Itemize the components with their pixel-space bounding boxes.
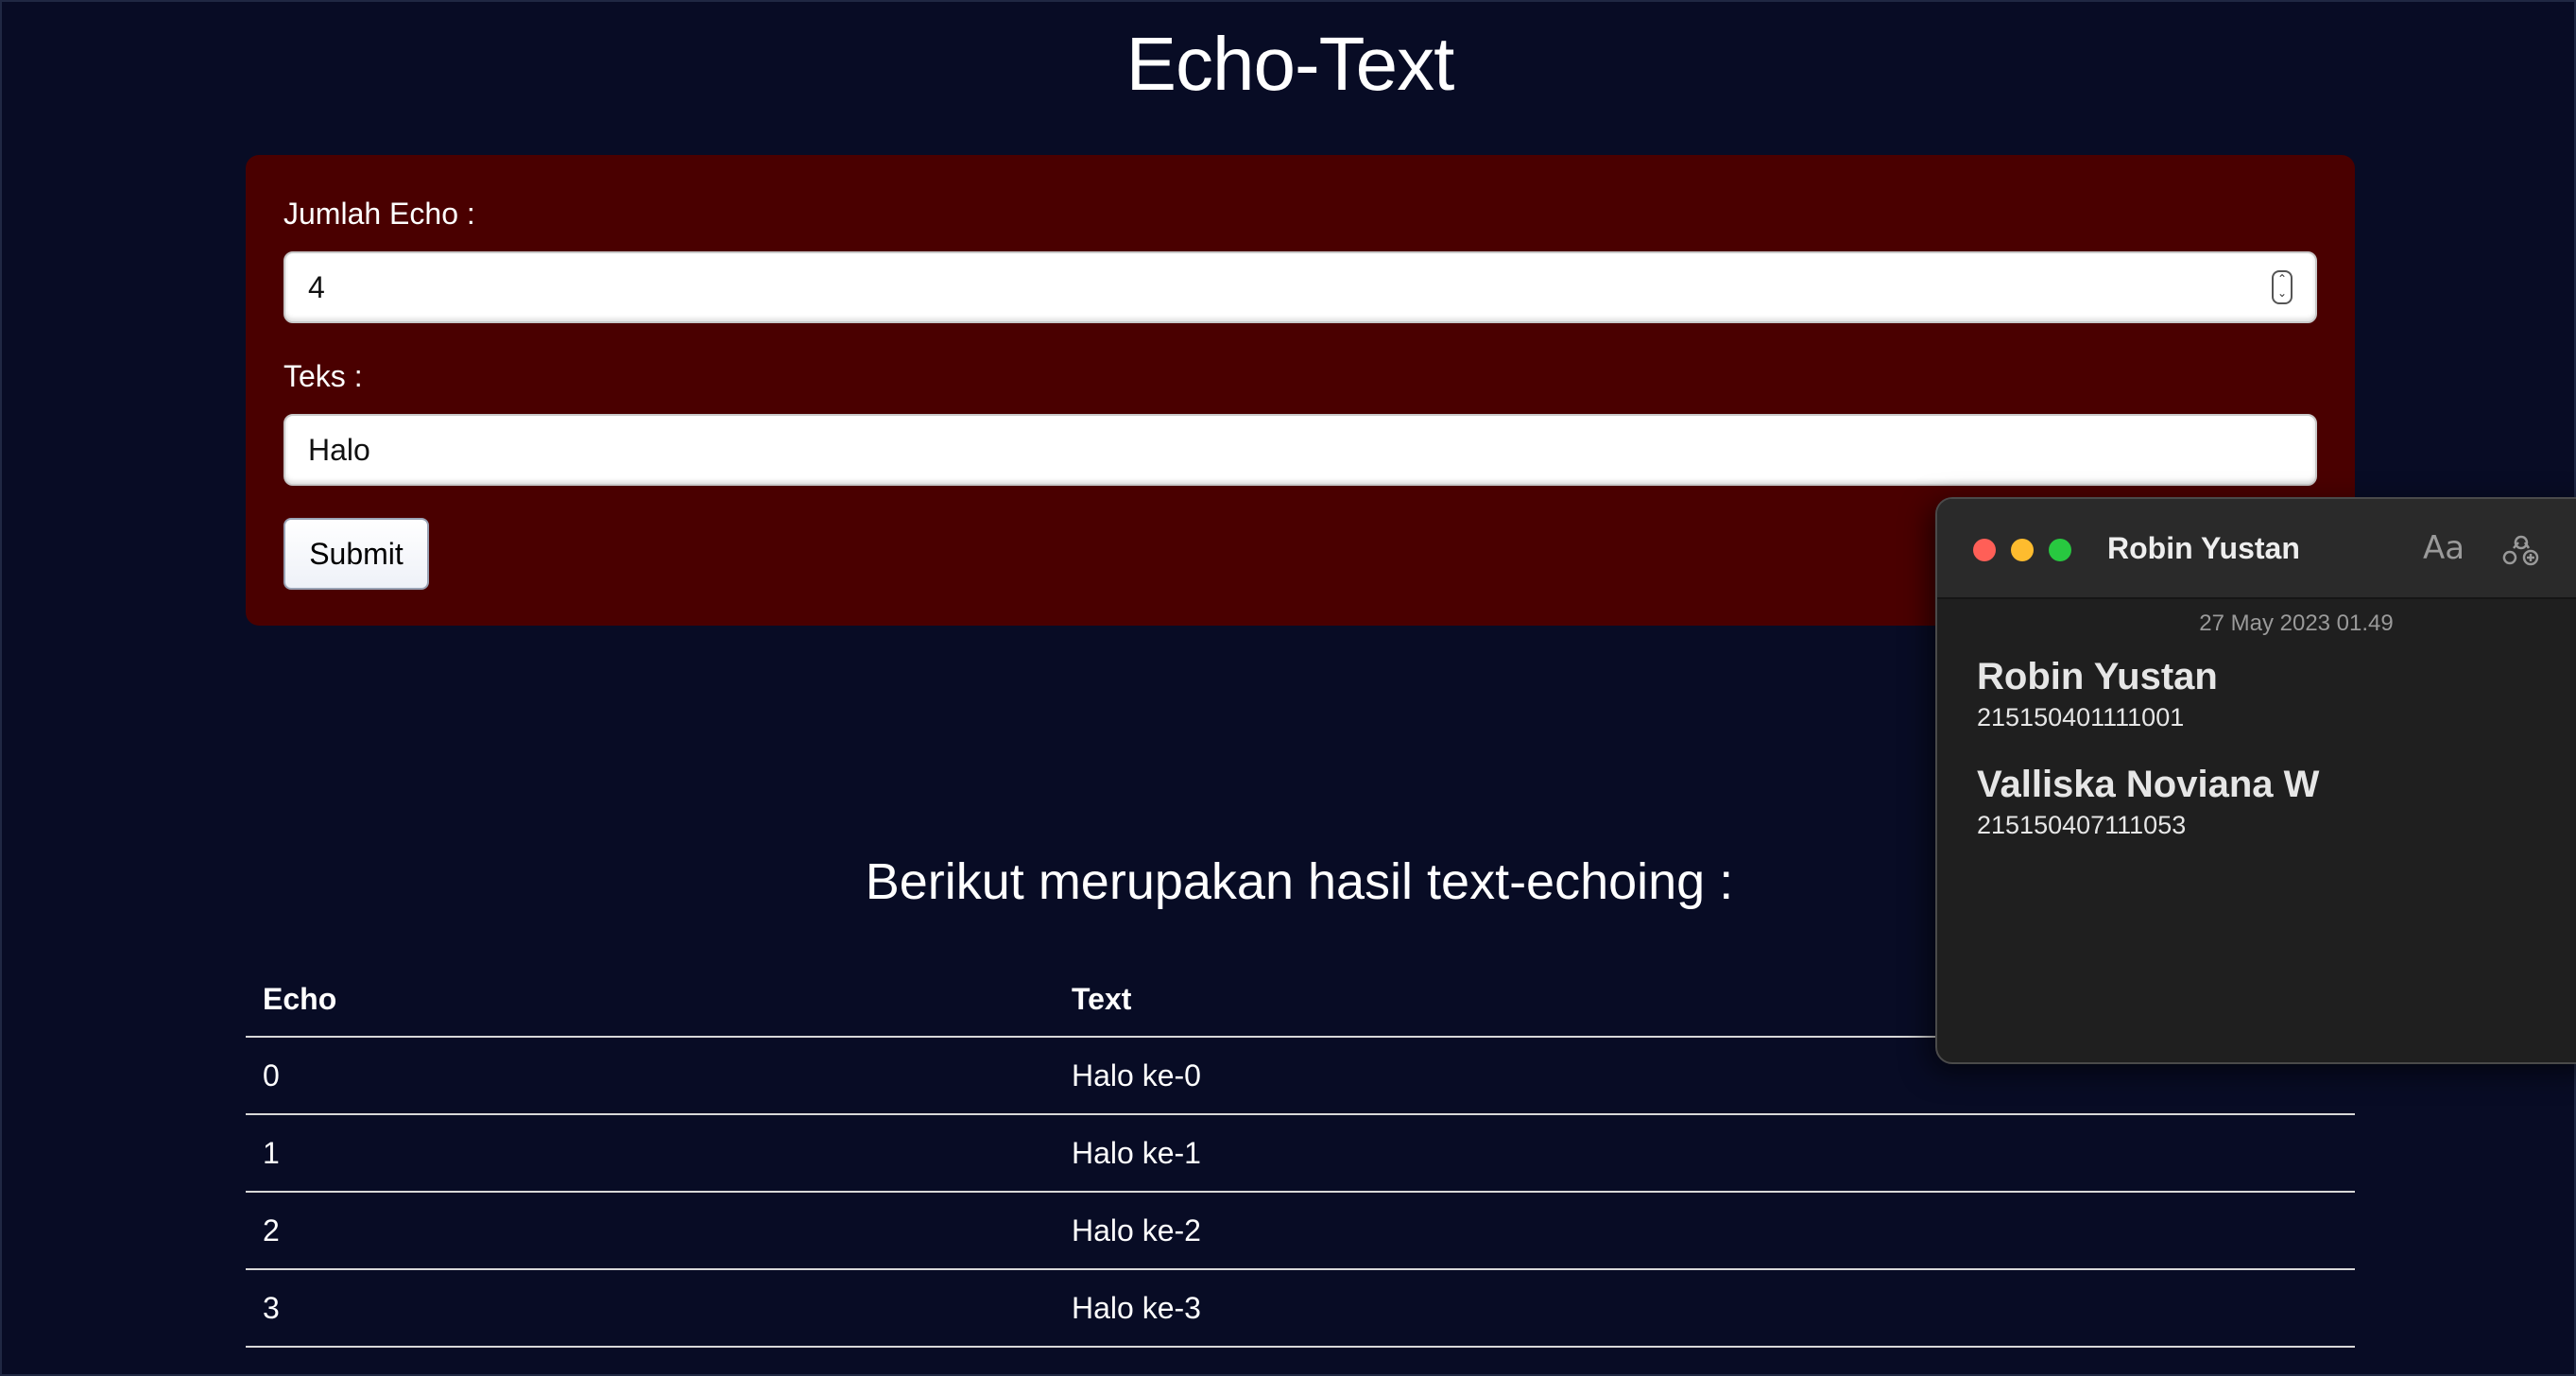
text-label: Teks : (283, 359, 363, 393)
echo-cell: 2 (246, 1192, 1055, 1270)
person-name: Robin Yustan (1977, 656, 2218, 697)
text-value: Halo (308, 433, 370, 467)
chevron-up-icon[interactable]: ⌃ (2274, 272, 2291, 286)
minimize-icon[interactable] (2011, 539, 2034, 561)
page: Echo-Text Jumlah Echo : 4 ⌃ ⌄ Teks : Hal… (0, 0, 2576, 1376)
notes-window[interactable]: Robin Yustan Aa 27 May 2023 01.49 Robin … (1935, 497, 2576, 1064)
person-name: Valliska Noviana W (1977, 764, 2320, 805)
table-row: 3 Halo ke-3 (246, 1269, 2355, 1348)
close-icon[interactable] (1973, 539, 1996, 561)
font-format-button[interactable]: Aa (2423, 529, 2464, 567)
notes-window-title: Robin Yustan (2107, 531, 2300, 565)
count-value: 4 (308, 270, 325, 304)
count-input[interactable]: 4 ⌃ ⌄ (283, 251, 2317, 323)
person-id: 215150407111053 (1977, 811, 2187, 839)
maximize-icon[interactable] (2049, 539, 2071, 561)
note-date: 27 May 2023 01.49 (2199, 611, 2394, 636)
table-row: 2 Halo ke-2 (246, 1192, 2355, 1270)
echo-cell: 3 (246, 1269, 1055, 1348)
column-header-echo: Echo (246, 962, 1055, 1038)
echo-cell: 1 (246, 1114, 1055, 1193)
submit-button[interactable]: Submit (283, 518, 429, 590)
count-label: Jumlah Echo : (283, 197, 475, 231)
text-cell: Halo ke-3 (1055, 1269, 2355, 1348)
collaborate-icon[interactable] (2502, 529, 2540, 567)
text-cell: Halo ke-2 (1055, 1192, 2355, 1270)
number-stepper[interactable]: ⌃ ⌄ (2272, 270, 2293, 304)
notes-titlebar[interactable]: Robin Yustan Aa (1937, 499, 2576, 599)
text-cell: Halo ke-1 (1055, 1114, 2355, 1193)
table-row: 1 Halo ke-1 (246, 1114, 2355, 1193)
page-title: Echo-Text (1125, 22, 1455, 106)
echo-cell: 0 (246, 1037, 1055, 1115)
text-input[interactable]: Halo (283, 414, 2317, 486)
chevron-down-icon[interactable]: ⌄ (2274, 286, 2291, 301)
person-id: 215150401111001 (1977, 703, 2185, 731)
